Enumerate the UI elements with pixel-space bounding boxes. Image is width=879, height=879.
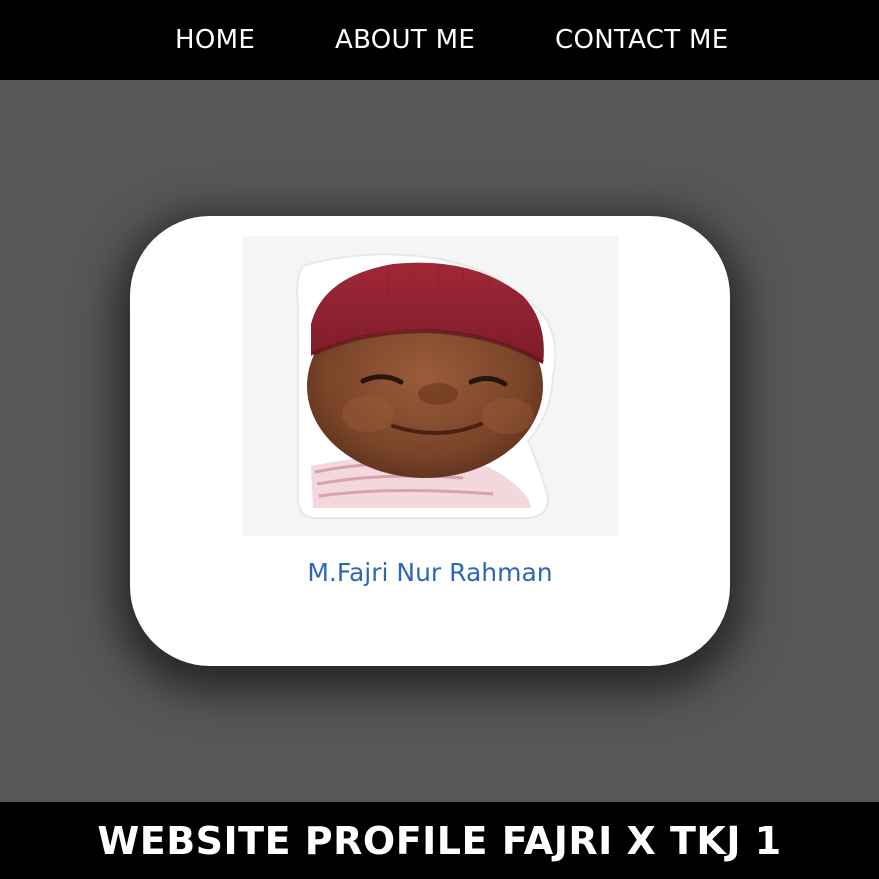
page-footer: WEBSITE PROFILE FAJRI X TKJ 1 xyxy=(0,802,879,879)
nav-link-about-me[interactable]: ABOUT ME xyxy=(335,0,475,80)
baby-sticker-image xyxy=(296,253,557,519)
main-content: M.Fajri Nur Rahman xyxy=(0,80,879,802)
profile-photo xyxy=(243,236,618,536)
profile-name: M.Fajri Nur Rahman xyxy=(307,558,553,587)
profile-card: M.Fajri Nur Rahman xyxy=(130,216,730,666)
top-navigation: HOME ABOUT ME CONTACT ME xyxy=(0,0,879,80)
footer-title: WEBSITE PROFILE FAJRI X TKJ 1 xyxy=(97,818,782,863)
nav-link-home[interactable]: HOME xyxy=(175,0,255,80)
nav-link-contact-me[interactable]: CONTACT ME xyxy=(555,0,728,80)
